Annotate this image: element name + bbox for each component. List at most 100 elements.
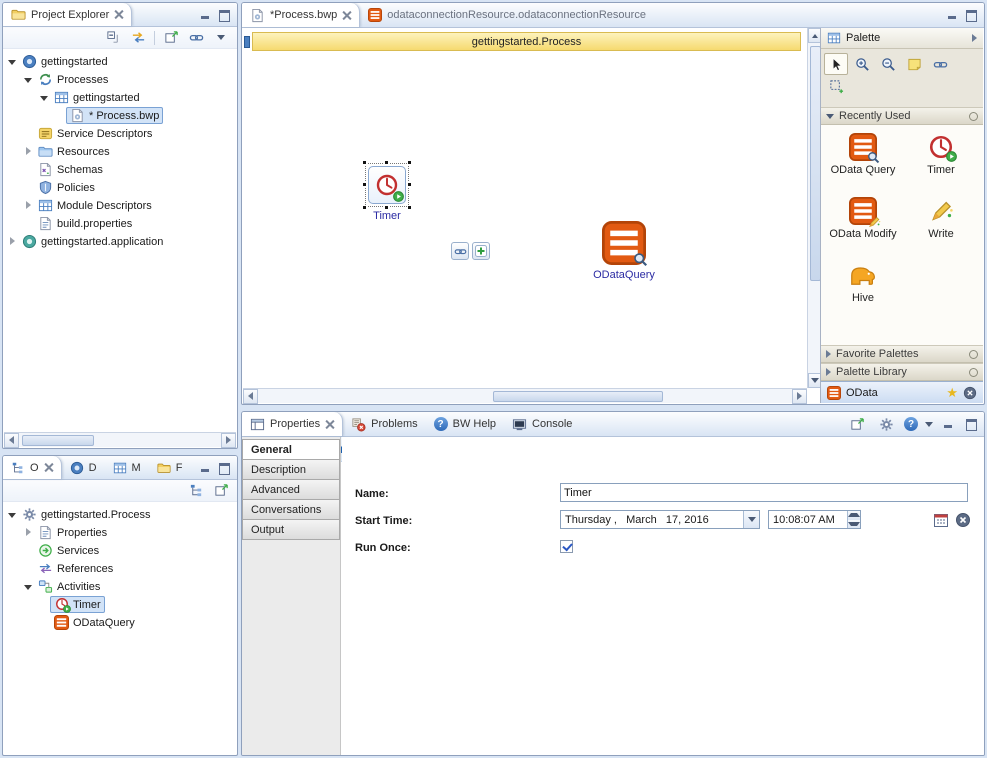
expander-icon[interactable]	[5, 58, 18, 65]
calendar-button[interactable]	[930, 510, 952, 530]
selection-handle[interactable]	[407, 160, 412, 165]
expander-icon[interactable]	[21, 76, 34, 83]
tree-item-gettingstarted[interactable]: gettingstarted	[3, 52, 237, 70]
tree-item-gettingstarted-application[interactable]: gettingstarted.application	[3, 232, 237, 250]
palette-header[interactable]: Palette	[821, 28, 983, 49]
start-time-spinner[interactable]: 10:08:07 AM	[768, 510, 861, 529]
scroll-left-button[interactable]	[4, 433, 19, 448]
tree-item-odataquery[interactable]: ODataQuery	[3, 613, 237, 631]
timer-node-box[interactable]	[368, 166, 406, 204]
expander-icon[interactable]	[21, 583, 34, 590]
tab-problems[interactable]: Problems	[343, 412, 425, 436]
time-up-button[interactable]	[848, 511, 860, 520]
tree-item-processes[interactable]: Processes	[3, 70, 237, 88]
expander-icon[interactable]	[37, 94, 50, 101]
tab-process-bwp[interactable]: *Process.bwp	[242, 3, 360, 27]
process-canvas[interactable]: gettingstarted.Process Timer	[243, 28, 822, 403]
selection-handle[interactable]	[384, 160, 389, 165]
add-activity-button[interactable]	[472, 242, 490, 260]
tree-item-module-descriptors[interactable]: Module Descriptors	[3, 196, 237, 214]
timer-node[interactable]: Timer	[365, 163, 409, 207]
side-tab-conversations[interactable]: Conversations	[242, 499, 340, 520]
tree-item-properties[interactable]: Properties	[3, 523, 237, 541]
open-in-editor-button[interactable]	[846, 414, 868, 434]
link-tool-button[interactable]	[928, 53, 952, 75]
selection-handle[interactable]	[362, 182, 367, 187]
collapse-all-button[interactable]	[102, 28, 124, 48]
scroll-right-button[interactable]	[221, 433, 236, 448]
side-tab-output[interactable]: Output	[242, 519, 340, 540]
favorite-star-icon[interactable]: ★	[946, 386, 958, 399]
focus-view-button[interactable]	[160, 28, 182, 48]
date-dropdown-button[interactable]	[743, 511, 759, 528]
tree-item-references[interactable]: References	[3, 559, 237, 577]
tree-item-policies[interactable]: Policies	[3, 178, 237, 196]
tree-item-activities[interactable]: Activities	[3, 577, 237, 595]
pin-icon[interactable]	[969, 350, 978, 359]
expander-icon[interactable]	[21, 147, 34, 155]
canvas-collapse-handle[interactable]	[244, 36, 250, 48]
scrollbar-thumb[interactable]	[22, 435, 94, 446]
section-favorite-palettes[interactable]: Favorite Palettes	[821, 345, 983, 363]
section-palette-library[interactable]: Palette Library	[821, 363, 983, 381]
create-link-button[interactable]	[451, 242, 469, 260]
tab-console[interactable]: Console	[504, 412, 580, 436]
view-menu-icon[interactable]	[925, 422, 933, 427]
expander-icon[interactable]	[5, 511, 18, 518]
horizontal-scrollbar[interactable]	[243, 388, 807, 403]
tab-odataconnection-resource[interactable]: odataconnectionResource.odataconnectionR…	[360, 3, 654, 27]
selection-handle[interactable]	[362, 160, 367, 165]
zoom-out-button[interactable]	[876, 53, 900, 75]
odata-palette-bar[interactable]: OData ★	[821, 381, 983, 403]
minimize-button[interactable]	[944, 8, 960, 22]
side-tab-description[interactable]: Description	[242, 459, 340, 480]
maximize-button[interactable]	[216, 461, 232, 475]
close-icon[interactable]	[325, 420, 334, 429]
section-recently-used[interactable]: Recently Used	[821, 107, 983, 125]
maximize-button[interactable]	[216, 8, 232, 22]
horizontal-scrollbar[interactable]	[4, 432, 236, 447]
minimize-button[interactable]	[940, 417, 956, 431]
side-tab-general[interactable]: General	[242, 439, 340, 460]
tree-item-gettingstarted-package[interactable]: gettingstarted	[3, 88, 237, 106]
zoom-in-button[interactable]	[850, 53, 874, 75]
expander-icon[interactable]	[21, 201, 34, 209]
scroll-right-button[interactable]	[792, 389, 807, 404]
focus-button[interactable]	[210, 481, 232, 501]
scroll-left-button[interactable]	[243, 389, 258, 404]
tab-f[interactable]: F	[149, 456, 191, 479]
select-tool-button[interactable]	[824, 53, 848, 75]
expander-icon[interactable]	[5, 237, 18, 245]
name-input[interactable]	[560, 483, 968, 502]
selection-handle[interactable]	[407, 182, 412, 187]
view-menu-button[interactable]	[210, 28, 232, 48]
tab-outline[interactable]: O	[3, 456, 62, 479]
palette-pin-arrow-icon[interactable]	[972, 34, 977, 42]
note-tool-button[interactable]	[902, 53, 926, 75]
tab-properties[interactable]: Properties	[242, 412, 343, 436]
tree-item-resources[interactable]: Resources	[3, 142, 237, 160]
settings-button[interactable]	[875, 414, 897, 434]
process-banner[interactable]: gettingstarted.Process	[252, 32, 801, 51]
tree-item-gettingstarted-process[interactable]: gettingstarted.Process	[3, 505, 237, 523]
scrollbar-thumb[interactable]	[493, 391, 663, 402]
time-down-button[interactable]	[848, 520, 860, 529]
tab-bw-help[interactable]: ? BW Help	[426, 412, 504, 436]
palette-item-write[interactable]: Write	[902, 193, 980, 257]
tree-item-process-bwp[interactable]: * Process.bwp	[3, 106, 237, 124]
marquee-tool-button[interactable]	[824, 75, 848, 97]
maximize-button[interactable]	[963, 8, 979, 22]
link-button[interactable]	[185, 28, 207, 48]
close-icon[interactable]	[114, 10, 123, 19]
run-once-checkbox[interactable]	[560, 540, 573, 553]
tab-m[interactable]: M	[105, 456, 149, 479]
tree-item-service-descriptors[interactable]: Service Descriptors	[3, 124, 237, 142]
expander-icon[interactable]	[21, 528, 34, 536]
palette-item-timer[interactable]: Timer	[902, 129, 980, 193]
scrollbar-thumb[interactable]	[810, 46, 821, 281]
help-button[interactable]: ?	[904, 417, 918, 431]
palette-item-hive[interactable]: Hive	[824, 257, 902, 321]
tab-project-explorer[interactable]: Project Explorer	[3, 3, 132, 26]
link-with-editor-button[interactable]	[127, 28, 149, 48]
clear-date-button[interactable]	[952, 510, 974, 530]
